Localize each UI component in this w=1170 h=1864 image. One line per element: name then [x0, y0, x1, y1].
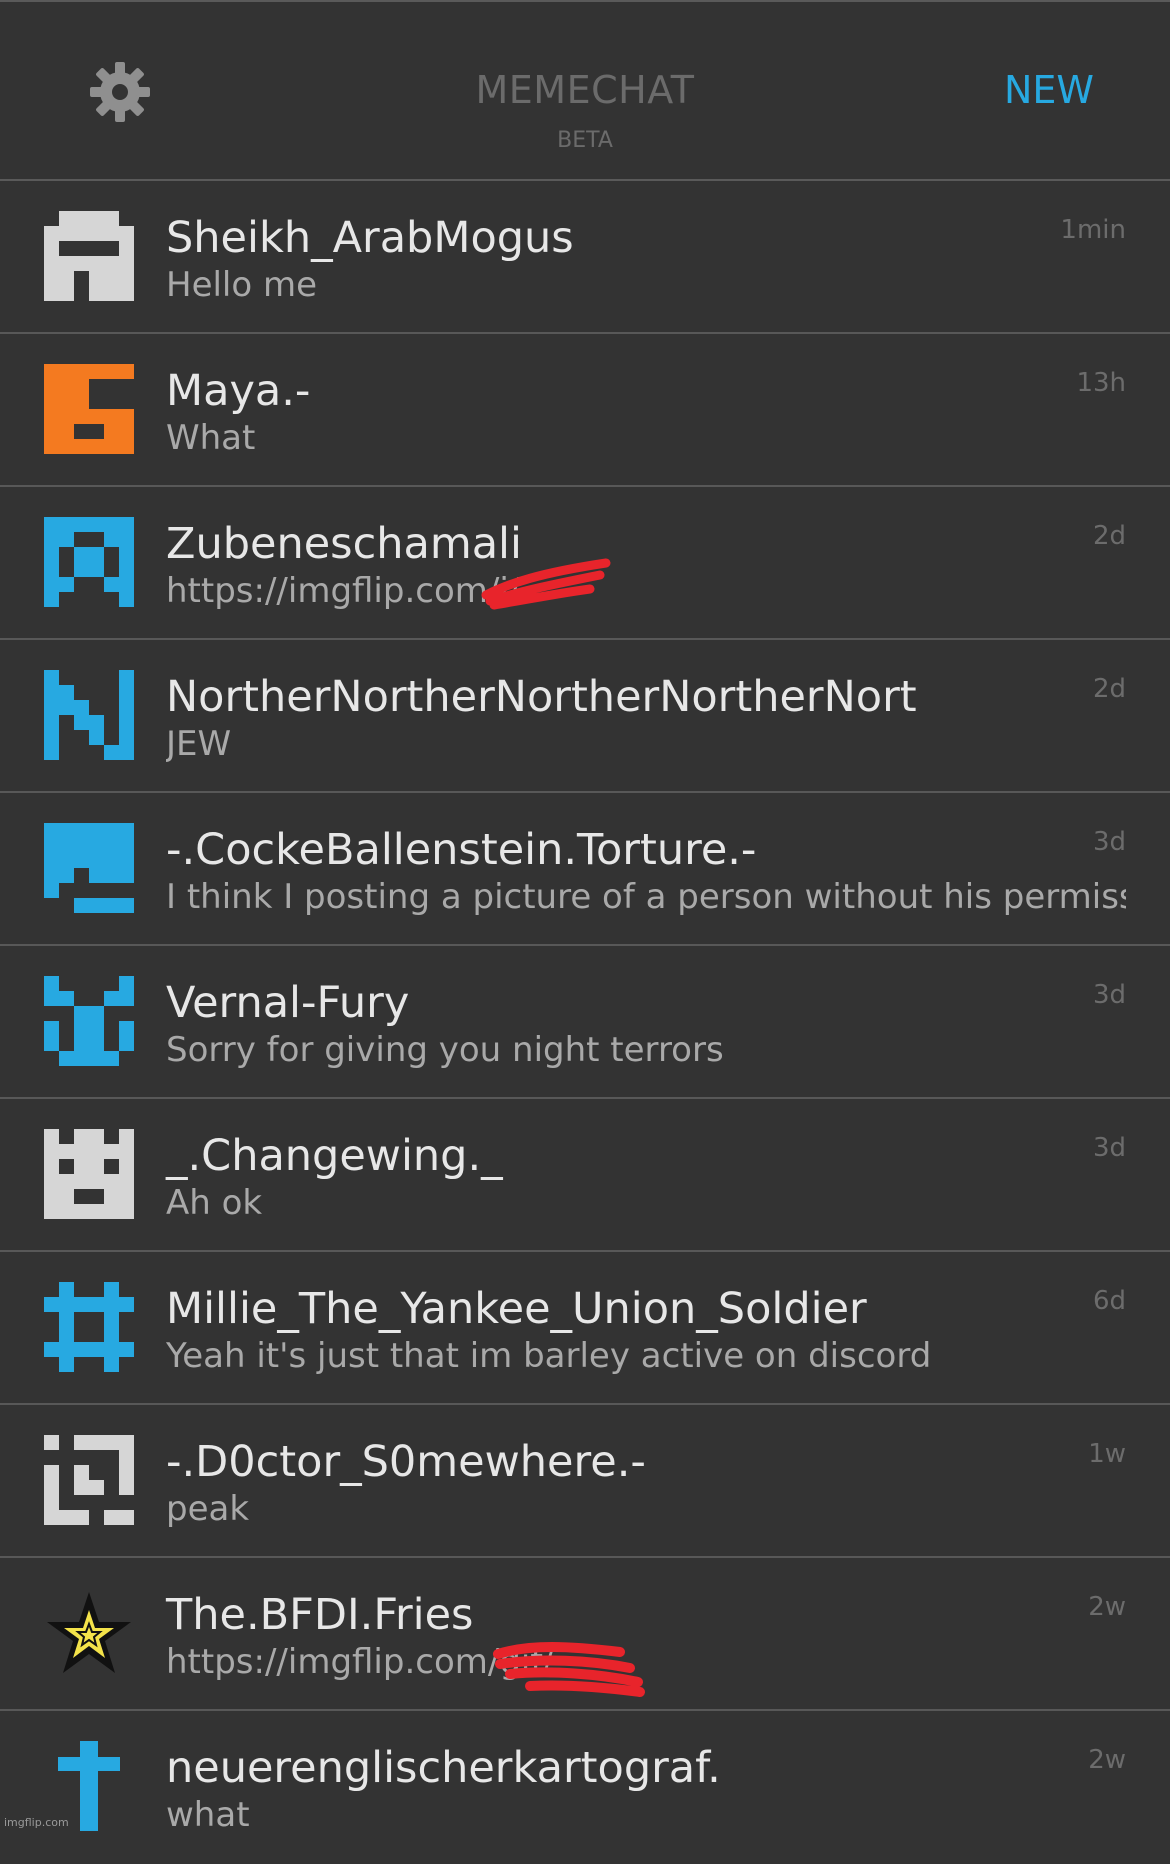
chat-time: 3d [1092, 827, 1126, 857]
chat-time: 1min [1060, 215, 1126, 245]
chat-name: neuerenglischerkartograf. [166, 1743, 721, 1793]
chat-time: 2d [1092, 521, 1126, 551]
blue-pixel-avatar [44, 823, 134, 913]
chat-time: 13h [1076, 368, 1126, 398]
chat-preview: Ah ok [166, 1183, 263, 1223]
chat-time: 1w [1088, 1439, 1126, 1469]
chat-row[interactable]: _.Changewing._ Ah ok 3d [0, 1099, 1170, 1252]
chat-row[interactable]: Zubeneschamali https://imgflip.com/i/ 2d [0, 487, 1170, 640]
watermark: imgflip.com [4, 1816, 69, 1829]
chat-preview: What [166, 418, 256, 458]
chat-row[interactable]: Vernal-Fury Sorry for giving you night t… [0, 946, 1170, 1099]
star-avatar [47, 1592, 131, 1673]
chat-time: 3d [1092, 980, 1126, 1010]
chat-row[interactable]: -.CockeBallenstein.Torture.- I think I p… [0, 793, 1170, 946]
chat-name: Zubeneschamali [166, 519, 522, 569]
chat-preview: JEW [166, 724, 232, 764]
chat-time: 2d [1092, 674, 1126, 704]
chat-row[interactable]: neuerenglischerkartograf. what 2w [0, 1711, 1170, 1864]
chat-row[interactable]: -.D0ctor_S0mewhere.- peak 1w [0, 1405, 1170, 1558]
chat-row[interactable]: The.BFDI.Fries https://imgflip.com/gif/ … [0, 1558, 1170, 1711]
chat-preview: I think I posting a picture of a person … [166, 877, 1126, 917]
chat-preview: Sorry for giving you night terrors [166, 1030, 724, 1070]
chat-row[interactable]: NortherNortherNortherNortherNort JEW 2d [0, 640, 1170, 793]
chat-row[interactable]: Maya.- What 13h [0, 334, 1170, 487]
chat-preview: https://imgflip.com/gif/ [166, 1642, 554, 1682]
chat-preview: what [166, 1795, 250, 1835]
orange-pixel-avatar [44, 364, 134, 454]
blue-pixel-avatar [44, 976, 134, 1066]
chat-time: 3d [1092, 1133, 1126, 1163]
chat-name: _.Changewing._ [166, 1131, 503, 1181]
gray-pixel-avatar [44, 1435, 134, 1525]
chat-name: Sheikh_ArabMogus [166, 213, 574, 263]
chat-time: 2w [1088, 1745, 1126, 1775]
chat-name: Maya.- [166, 366, 311, 416]
chat-time: 2w [1088, 1592, 1126, 1622]
gray-pixel-avatar [44, 1129, 134, 1219]
blue-pixel-avatar [44, 670, 134, 760]
blue-pixel-avatar [44, 1282, 134, 1372]
app-title: MEMECHAT [475, 68, 695, 112]
chat-row[interactable]: Millie_The_Yankee_Union_Soldier Yeah it'… [0, 1252, 1170, 1405]
chat-name: Vernal-Fury [166, 978, 410, 1028]
blue-pixel-avatar [44, 517, 134, 607]
chat-name: -.D0ctor_S0mewhere.- [166, 1437, 646, 1487]
chat-preview: peak [166, 1489, 250, 1529]
chat-name: The.BFDI.Fries [166, 1590, 474, 1640]
app-subtitle: BETA [557, 128, 613, 153]
chat-name: -.CockeBallenstein.Torture.- [166, 825, 757, 875]
chat-name: Millie_The_Yankee_Union_Soldier [166, 1284, 867, 1334]
chat-name: NortherNortherNortherNortherNort [166, 672, 917, 722]
gray-pixel-avatar [44, 211, 134, 301]
chat-row[interactable]: Sheikh_ArabMogus Hello me 1min [0, 181, 1170, 334]
chat-preview: https://imgflip.com/i/ [166, 571, 521, 611]
chat-list: Sheikh_ArabMogus Hello me 1min Maya.- Wh… [0, 181, 1170, 1864]
chat-time: 6d [1092, 1286, 1126, 1316]
new-chat-button[interactable]: NEW [1004, 68, 1094, 112]
app-header: MEMECHAT BETA NEW [0, 0, 1170, 181]
chat-preview: Hello me [166, 265, 318, 305]
chat-preview: Yeah it's just that im barley active on … [166, 1336, 932, 1376]
